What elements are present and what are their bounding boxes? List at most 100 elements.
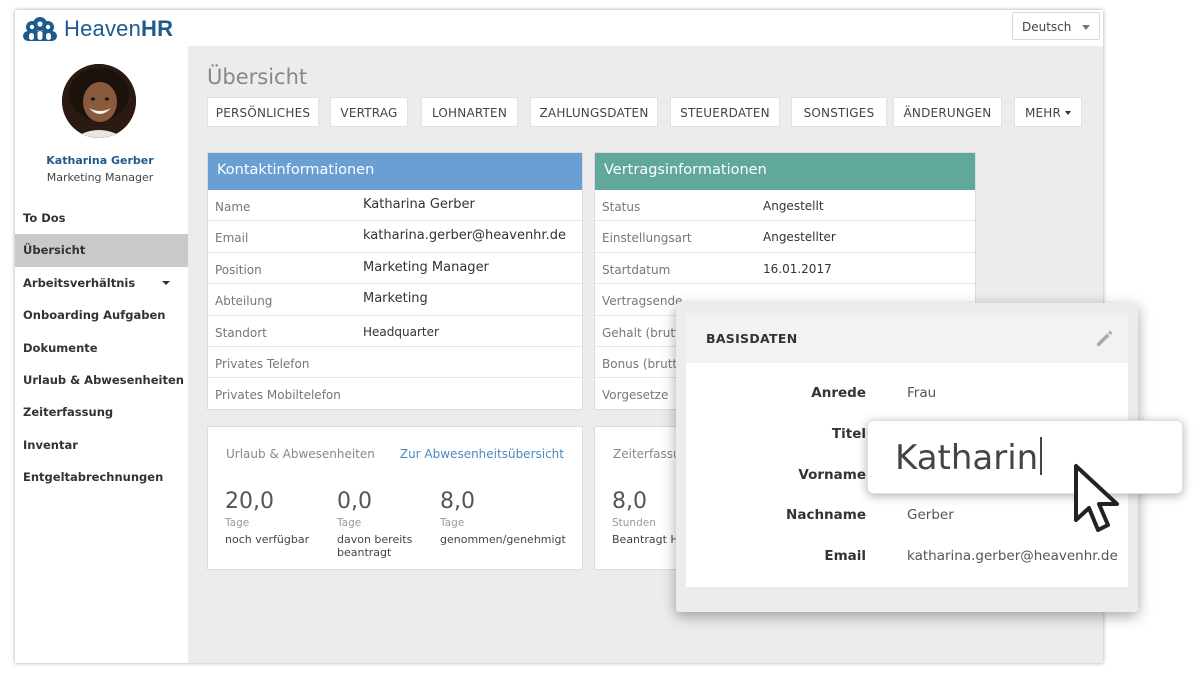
contract-row-status: Status Angestellt — [595, 190, 975, 222]
row-value: Angestellt — [763, 199, 824, 213]
tab-steuerdaten[interactable]: STEUERDATEN — [670, 97, 780, 127]
sidebar: Katharina Gerber Marketing Manager To Do… — [15, 46, 188, 663]
sidebar-item-label: Zeiterfassung — [23, 405, 114, 420]
tab-label: STEUERDATEN — [680, 106, 770, 120]
time-tracking-title: Zeiterfassu — [613, 447, 681, 461]
tab-label: LOHNARTEN — [431, 106, 508, 120]
sidebar-item-urlaub[interactable]: Urlaub & Abwesenheiten — [15, 364, 188, 396]
row-label: Startdatum — [602, 262, 671, 277]
mouse-pointer-icon — [1074, 464, 1119, 532]
sidebar-item-label: Übersicht — [23, 243, 86, 258]
contract-row-startdatum: Startdatum 16.01.2017 — [595, 253, 975, 285]
contract-row-einstellungsart: Einstellungsart Angestellter — [595, 221, 975, 253]
top-bar: HeavenHR Deutsch — [15, 10, 1103, 46]
sidebar-item-onboarding[interactable]: Onboarding Aufgaben — [15, 299, 188, 331]
tab-zahlungsdaten[interactable]: ZAHLUNGSDATEN — [530, 97, 658, 127]
tab-vertrag[interactable]: VERTRAG — [330, 97, 408, 127]
page-title: Übersicht — [207, 65, 308, 89]
stat-description: noch verfügbar — [225, 533, 310, 546]
field-value[interactable]: Frau — [907, 385, 936, 401]
absence-card: Urlaub & Abwesenheiten Zur Abwesenheitsü… — [207, 426, 583, 570]
sidebar-item-label: Onboarding Aufgaben — [23, 308, 166, 323]
contact-row-privates-telefon: Privates Telefon — [208, 347, 582, 379]
stat-unit: Tage — [225, 517, 250, 529]
avatar-photo — [62, 64, 136, 138]
profile-name[interactable]: Katharina Gerber — [15, 154, 185, 167]
stat-requested: 0,0 Tage davon bereits beantragt — [337, 489, 427, 559]
contact-row-email: Email katharina.gerber@heavenhr.de — [208, 221, 582, 253]
row-label: Position — [215, 262, 262, 277]
stat-description: davon bereits beantragt — [337, 533, 413, 559]
row-label: Einstellungsart — [602, 231, 692, 246]
tab-label: SONSTIGES — [803, 106, 875, 120]
profile-role: Marketing Manager — [46, 171, 154, 184]
absence-overview-link[interactable]: Zur Abwesenheitsübersicht — [400, 447, 564, 461]
row-value: Angestellter — [763, 230, 836, 245]
row-value: Marketing Manager — [363, 259, 489, 275]
sidebar-item-entgeltabrechnungen[interactable]: Entgeltabrechnungen — [15, 461, 188, 493]
field-value[interactable]: Gerber — [907, 507, 954, 523]
language-select-value: Deutsch — [1022, 20, 1072, 34]
row-label: Privates Telefon — [215, 356, 310, 371]
tab-mehr[interactable]: MEHR — [1014, 97, 1082, 127]
sidebar-item-label: To Dos — [23, 211, 66, 225]
tab-label: PERSÖNLICHES — [215, 106, 311, 120]
field-label: Titel — [831, 426, 866, 442]
row-label: Abteilung — [215, 294, 273, 309]
vorname-input-zoomed[interactable]: Katharin — [867, 420, 1183, 494]
stat-available: 20,0 Tage noch verfügbar — [225, 489, 345, 546]
avatar — [62, 64, 136, 138]
contact-row-privates-mobiltelefon: Privates Mobiltelefon — [208, 378, 582, 409]
sidebar-item-arbeitsverhaeltnis[interactable]: Arbeitsverhältnis — [15, 267, 188, 299]
sidebar-item-label: Urlaub & Abwesenheiten — [23, 372, 184, 387]
tab-label: VERTRAG — [340, 106, 398, 120]
text-cursor — [1040, 437, 1043, 475]
row-value: Katharina Gerber — [363, 197, 475, 212]
stat-unit: Tage — [337, 517, 362, 529]
sidebar-item-inventar[interactable]: Inventar — [15, 429, 188, 461]
sidebar-item-uebersicht[interactable]: Übersicht — [15, 234, 188, 267]
row-value: katharina.gerber@heavenhr.de — [363, 228, 566, 244]
row-label: Privates Mobiltelefon — [215, 388, 341, 403]
tab-lohnarten[interactable]: LOHNARTEN — [421, 97, 518, 127]
contact-row-name: Name Katharina Gerber — [208, 190, 582, 222]
stat-unit: Tage — [440, 517, 465, 529]
field-label: Email — [824, 548, 866, 564]
row-label: Vertragsende — [602, 294, 683, 309]
contact-info-card: Kontaktinformationen Name Katharina Gerbe… — [207, 152, 583, 410]
sidebar-item-dokumente[interactable]: Dokumente — [15, 332, 188, 364]
logo-text: HeavenHR — [64, 16, 174, 41]
field-value[interactable]: katharina.gerber@heavenhr.de — [907, 548, 1118, 564]
tab-label: ZAHLUNGSDATEN — [539, 106, 649, 120]
caret-down-icon — [1065, 111, 1072, 115]
basisdaten-title: BASISDATEN — [706, 331, 798, 346]
stat-number: 8,0 — [440, 489, 475, 514]
tab-sonstiges[interactable]: SONSTIGES — [791, 97, 887, 127]
contact-row-position: Position Marketing Manager — [208, 253, 582, 285]
contract-info-header: Vertragsinformationen — [595, 153, 975, 190]
stat-number: 20,0 — [225, 489, 274, 514]
tab-aenderungen[interactable]: ÄNDERUNGEN — [893, 97, 1002, 127]
chevron-down-icon — [162, 280, 170, 285]
tab-label: ÄNDERUNGEN — [903, 106, 992, 120]
language-select[interactable]: Deutsch — [1012, 12, 1100, 40]
tab-persoenliches[interactable]: PERSÖNLICHES — [207, 97, 319, 127]
pencil-icon[interactable] — [1093, 326, 1117, 350]
chevron-down-icon — [1082, 25, 1090, 30]
basisdaten-row-nachname: Nachname Gerber — [686, 507, 1128, 527]
row-label: Email — [215, 231, 249, 246]
heavenhr-logo[interactable]: HeavenHR — [20, 14, 173, 44]
row-label: Bonus (brutto — [602, 356, 685, 371]
row-label: Standort — [215, 325, 267, 340]
sidebar-item-zeiterfassung[interactable]: Zeiterfassung — [15, 396, 188, 428]
vorname-input-text: Katharin — [895, 437, 1043, 478]
stat-description: genommen/genehmigt — [440, 533, 566, 546]
tab-label: MEHR — [1024, 106, 1062, 120]
sidebar-item-label: Dokumente — [23, 340, 98, 355]
row-label: Vorgesetze — [602, 388, 669, 403]
contact-row-standort: Standort Headquarter — [208, 316, 582, 347]
sidebar-item-todos[interactable]: To Dos — [15, 202, 188, 234]
field-label: Nachname — [786, 507, 866, 523]
stat-taken: 8,0 Tage genommen/genehmigt — [440, 489, 580, 546]
row-value: Marketing — [363, 291, 428, 307]
